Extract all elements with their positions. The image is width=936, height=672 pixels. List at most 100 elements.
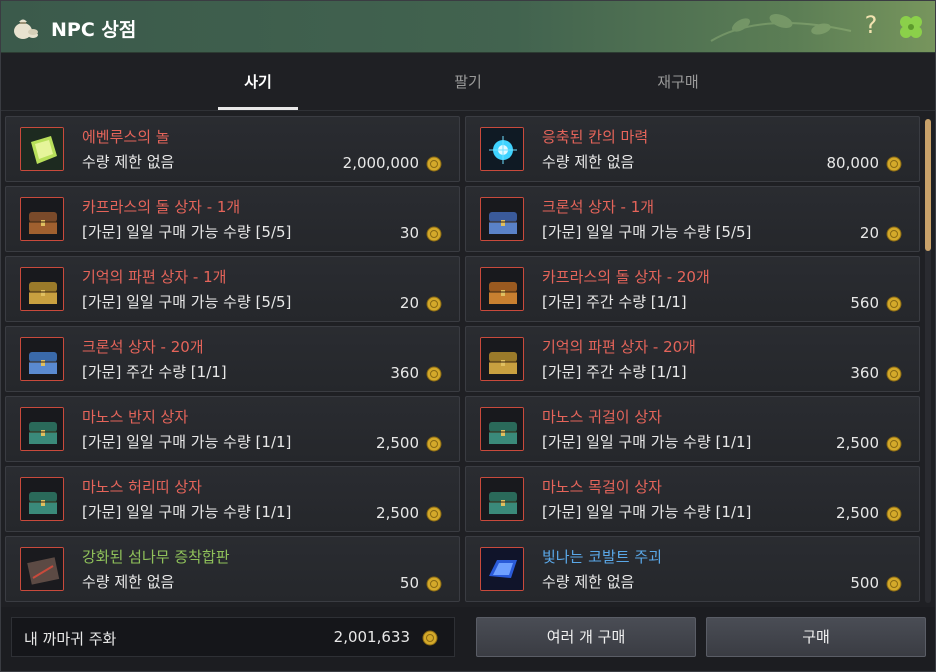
item-limit: [가문] 주간 수량 [1/1] xyxy=(542,363,687,381)
chest-icon xyxy=(20,267,64,311)
item-list[interactable]: 에벤루스의 놀수량 제한 없음 2,000,000 응축된 칸의 마력수량 제한 없… xyxy=(5,116,921,604)
item-name: 마노스 반지 상자 xyxy=(82,408,189,426)
shop-item[interactable]: 응축된 칸의 마력수량 제한 없음 80,000 xyxy=(465,116,920,182)
item-limit: [가문] 일일 구매 가능 수량 [1/1] xyxy=(542,433,752,451)
item-name: 응축된 칸의 마력 xyxy=(542,128,649,146)
coin-icon xyxy=(886,506,902,522)
title-bar[interactable]: NPC 상점 ? xyxy=(1,1,935,53)
coin-icon xyxy=(422,630,438,646)
chest-icon xyxy=(20,477,64,521)
item-price: 20 xyxy=(859,224,879,242)
item-name: 기억의 파편 상자 - 20개 xyxy=(542,338,696,356)
npc-shop-window: NPC 상점 ? 사기 팔기 재구매 에벤루스의 놀수량 제한 없음 2,000,… xyxy=(0,0,936,672)
item-price: 2,500 xyxy=(376,504,419,522)
shop-item[interactable]: 마노스 목걸이 상자 [가문] 일일 구매 가능 수량 [1/1] 2,500 xyxy=(465,466,920,532)
chest-icon xyxy=(20,197,64,241)
item-price: 360 xyxy=(390,364,419,382)
item-limit: [가문] 주간 수량 [1/1] xyxy=(542,293,687,311)
item-price: 50 xyxy=(399,574,419,592)
scrollbar-thumb[interactable] xyxy=(925,119,931,251)
currency-display: 내 까마귀 주화 2,001,633 xyxy=(11,617,455,657)
shop-item[interactable]: 카프라스의 돌 상자 - 20개 [가문] 주간 수량 [1/1] 560 xyxy=(465,256,920,322)
item-name: 기억의 파편 상자 - 1개 xyxy=(82,268,227,286)
item-price: 2,000,000 xyxy=(342,154,419,172)
item-name: 빛나는 코발트 주괴 xyxy=(542,548,662,566)
item-limit: [가문] 일일 구매 가능 수량 [5/5] xyxy=(542,223,752,241)
tab-rebuy[interactable]: 재구매 xyxy=(638,71,718,92)
item-limit: [가문] 일일 구매 가능 수량 [5/5] xyxy=(82,223,292,241)
coin-icon xyxy=(426,296,442,312)
item-name: 카프라스의 돌 상자 - 20개 xyxy=(542,268,710,286)
leaf-decoration xyxy=(710,14,852,42)
shop-item[interactable]: 강화된 섬나무 증착합판수량 제한 없음 50 xyxy=(5,536,460,602)
chest-icon xyxy=(480,407,524,451)
coin-icon xyxy=(426,436,442,452)
item-limit: [가문] 일일 구매 가능 수량 [1/1] xyxy=(82,433,292,451)
plank-icon xyxy=(20,547,64,591)
item-name: 마노스 허리띠 상자 xyxy=(82,478,202,496)
item-price: 2,500 xyxy=(836,504,879,522)
item-limit: 수량 제한 없음 xyxy=(542,153,635,171)
item-name: 카프라스의 돌 상자 - 1개 xyxy=(82,198,241,216)
tab-buy[interactable]: 사기 xyxy=(218,71,298,92)
coin-icon xyxy=(886,366,902,382)
tab-sell[interactable]: 팔기 xyxy=(428,71,508,92)
item-name: 마노스 귀걸이 상자 xyxy=(542,408,662,426)
item-price: 360 xyxy=(850,364,879,382)
item-limit: [가문] 주간 수량 [1/1] xyxy=(82,363,227,381)
item-limit: [가문] 일일 구매 가능 수량 [1/1] xyxy=(542,503,752,521)
shop-item[interactable]: 크론석 상자 - 1개 [가문] 일일 구매 가능 수량 [5/5] 20 xyxy=(465,186,920,252)
shop-item[interactable]: 크론석 상자 - 20개 [가문] 주간 수량 [1/1] 360 xyxy=(5,326,460,392)
gem-icon xyxy=(20,127,64,171)
item-limit: 수량 제한 없음 xyxy=(82,573,175,591)
shop-item[interactable]: 빛나는 코발트 주괴수량 제한 없음 500 xyxy=(465,536,920,602)
shop-item[interactable]: 카프라스의 돌 상자 - 1개 [가문] 일일 구매 가능 수량 [5/5] 30 xyxy=(5,186,460,252)
item-name: 크론석 상자 - 1개 xyxy=(542,198,655,216)
item-name: 크론석 상자 - 20개 xyxy=(82,338,204,356)
shop-item[interactable]: 기억의 파편 상자 - 20개 [가문] 주간 수량 [1/1] 360 xyxy=(465,326,920,392)
coin-icon xyxy=(886,436,902,452)
tab-bar: 사기 팔기 재구매 xyxy=(1,53,935,111)
item-price: 30 xyxy=(399,224,419,242)
chest-icon xyxy=(20,337,64,381)
coin-icon xyxy=(426,366,442,382)
item-price: 2,500 xyxy=(836,434,879,452)
bulk-buy-button[interactable]: 여러 개 구매 xyxy=(476,617,696,657)
item-price: 20 xyxy=(399,294,419,312)
orb-icon xyxy=(480,127,524,171)
money-bag-icon xyxy=(14,19,38,39)
clover-icon[interactable] xyxy=(897,13,925,41)
coin-icon xyxy=(426,226,442,242)
item-name: 에벤루스의 놀 xyxy=(82,128,170,146)
item-price: 2,500 xyxy=(376,434,419,452)
item-limit: 수량 제한 없음 xyxy=(82,153,175,171)
coin-icon xyxy=(426,156,442,172)
shop-item[interactable]: 에벤루스의 놀수량 제한 없음 2,000,000 xyxy=(5,116,460,182)
coin-icon xyxy=(886,226,902,242)
window-title: NPC 상점 xyxy=(51,19,137,41)
shop-item[interactable]: 마노스 귀걸이 상자 [가문] 일일 구매 가능 수량 [1/1] 2,500 xyxy=(465,396,920,462)
shop-item[interactable]: 마노스 반지 상자 [가문] 일일 구매 가능 수량 [1/1] 2,500 xyxy=(5,396,460,462)
chest-icon xyxy=(480,197,524,241)
chest-icon xyxy=(480,477,524,521)
ingot-icon xyxy=(480,547,524,591)
shop-item[interactable]: 마노스 허리띠 상자 [가문] 일일 구매 가능 수량 [1/1] 2,500 xyxy=(5,466,460,532)
item-limit: 수량 제한 없음 xyxy=(542,573,635,591)
coin-icon xyxy=(886,576,902,592)
coin-icon xyxy=(886,156,902,172)
currency-amount: 2,001,633 xyxy=(333,628,410,646)
buy-button[interactable]: 구매 xyxy=(706,617,926,657)
help-button[interactable]: ? xyxy=(859,11,883,41)
item-name: 마노스 목걸이 상자 xyxy=(542,478,662,496)
coin-icon xyxy=(426,576,442,592)
item-name: 강화된 섬나무 증착합판 xyxy=(82,548,230,566)
item-price: 500 xyxy=(850,574,879,592)
active-tab-indicator xyxy=(218,107,298,110)
bottom-bar: 내 까마귀 주화 2,001,633 여러 개 구매 구매 xyxy=(1,607,935,671)
item-price: 560 xyxy=(850,294,879,312)
item-price: 80,000 xyxy=(826,154,880,172)
shop-item[interactable]: 기억의 파편 상자 - 1개 [가문] 일일 구매 가능 수량 [5/5] 20 xyxy=(5,256,460,322)
currency-label: 내 까마귀 주화 xyxy=(24,630,117,648)
item-limit: [가문] 일일 구매 가능 수량 [1/1] xyxy=(82,503,292,521)
item-limit: [가문] 일일 구매 가능 수량 [5/5] xyxy=(82,293,292,311)
